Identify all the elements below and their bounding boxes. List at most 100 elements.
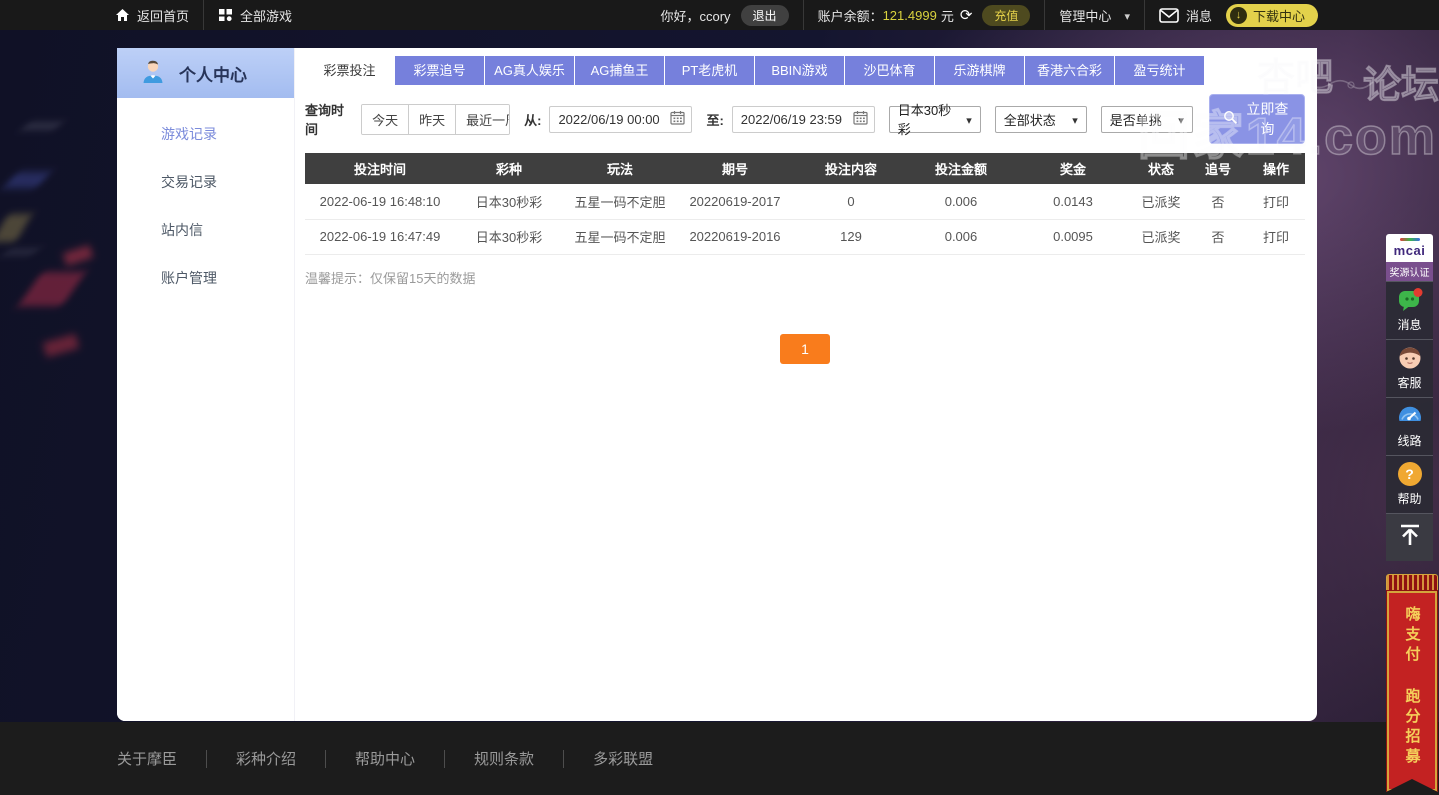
status-select-value: 全部状态 <box>1004 110 1056 129</box>
promo-banner[interactable]: 嗨支付 跑分招募 <box>1386 574 1438 792</box>
cell-amount: 0.006 <box>909 219 1013 254</box>
cell-issue: 20220619-2017 <box>677 184 793 219</box>
home-label: 返回首页 <box>137 6 189 25</box>
yesterday-button[interactable]: 昨天 <box>409 105 456 134</box>
tab-profit-stats[interactable]: 盈亏统计 <box>1115 56 1204 85</box>
float-message-button[interactable]: 消息 <box>1386 281 1433 339</box>
sidebar-header: 个人中心 <box>117 48 294 98</box>
calendar-icon[interactable] <box>853 110 868 128</box>
download-center-button[interactable]: 下载中心 <box>1226 4 1318 27</box>
divider <box>203 0 204 30</box>
tab-hk-lottery[interactable]: 香港六合彩 <box>1025 56 1114 85</box>
from-date-input[interactable] <box>558 112 670 127</box>
cell-content: 0 <box>793 184 909 219</box>
tab-leyou-chess[interactable]: 乐游棋牌 <box>935 56 1024 85</box>
tab-pt-slots[interactable]: PT老虎机 <box>665 56 754 85</box>
tab-lottery-chase[interactable]: 彩票追号 <box>395 56 484 85</box>
cell-status: 已派奖 <box>1133 219 1189 254</box>
table-row: 2022-06-19 16:47:49 日本30秒彩 五星一码不定胆 20220… <box>305 219 1305 254</box>
home-icon <box>115 8 130 22</box>
tab-bar: 彩票投注 彩票追号 AG真人娱乐 AG捕鱼王 PT老虎机 BBIN游戏 沙巴体育… <box>305 56 1305 85</box>
back-to-top-icon <box>1397 522 1423 553</box>
cell-status: 已派奖 <box>1133 184 1189 219</box>
divider <box>1144 0 1145 30</box>
chat-bubble-icon <box>1397 287 1423 313</box>
lottery-select[interactable]: 日本30秒彩 <box>889 106 981 133</box>
print-link[interactable]: 打印 <box>1247 184 1305 219</box>
sidebar-item-site-mail[interactable]: 站内信 <box>117 206 294 254</box>
col-lottery: 彩种 <box>455 153 563 184</box>
download-center-label: 下载中心 <box>1253 6 1305 25</box>
home-link[interactable]: 返回首页 <box>115 6 189 25</box>
logout-button[interactable]: 退出 <box>741 5 789 26</box>
to-date-input[interactable] <box>741 112 853 127</box>
today-button[interactable]: 今天 <box>362 105 409 134</box>
last-week-button[interactable]: 最近一周 <box>456 105 510 134</box>
col-amount: 投注金额 <box>909 153 1013 184</box>
col-action: 操作 <box>1247 153 1305 184</box>
float-lines-button[interactable]: 线路 <box>1386 397 1433 455</box>
footer-link-rules[interactable]: 规则条款 <box>474 748 534 769</box>
search-button-label: 立即查询 <box>1244 99 1291 139</box>
refresh-icon[interactable] <box>954 6 973 24</box>
recharge-button[interactable]: 充值 <box>982 5 1030 26</box>
single-pick-select[interactable]: 是否单挑 <box>1101 106 1193 133</box>
divider <box>803 0 804 30</box>
footer-link-help-center[interactable]: 帮助中心 <box>355 748 415 769</box>
tab-saba-sports[interactable]: 沙巴体育 <box>845 56 934 85</box>
sidebar-item-account-management[interactable]: 账户管理 <box>117 254 294 302</box>
search-button[interactable]: 立即查询 <box>1209 94 1305 144</box>
cell-chase: 否 <box>1189 219 1247 254</box>
download-icon <box>1230 7 1247 24</box>
page-1-button[interactable]: 1 <box>780 334 830 364</box>
col-bet-time: 投注时间 <box>305 153 455 184</box>
decoration <box>23 124 60 128</box>
calendar-icon[interactable] <box>670 110 685 128</box>
all-games-label: 全部游戏 <box>240 6 292 25</box>
banner-body: 嗨支付 跑分招募 <box>1386 590 1438 792</box>
messages-link[interactable]: 消息 <box>1159 6 1212 25</box>
float-help-button[interactable]: 帮助 <box>1386 455 1433 513</box>
back-to-top-button[interactable] <box>1386 513 1433 561</box>
balance-value: 121.4999 <box>883 8 937 23</box>
tab-ag-live[interactable]: AG真人娱乐 <box>485 56 574 85</box>
cell-bet-time: 2022-06-19 16:47:49 <box>305 219 455 254</box>
float-service-label: 客服 <box>1397 374 1421 391</box>
pagination: 1 <box>305 334 1305 364</box>
table-header-row: 投注时间 彩种 玩法 期号 投注内容 投注金额 奖金 状态 追号 操作 <box>305 153 1305 184</box>
float-service-button[interactable]: 客服 <box>1386 339 1433 397</box>
sidebar-item-game-records[interactable]: 游戏记录 <box>117 110 294 158</box>
logo-wave-icon <box>1400 238 1420 241</box>
cell-issue: 20220619-2016 <box>677 219 793 254</box>
cell-play: 五星一码不定胆 <box>563 184 677 219</box>
col-prize: 奖金 <box>1013 153 1133 184</box>
sidebar-item-transaction-records[interactable]: 交易记录 <box>117 158 294 206</box>
print-link[interactable]: 打印 <box>1247 219 1305 254</box>
footer-link-lottery-intro[interactable]: 彩种介绍 <box>236 748 296 769</box>
footer-link-alliance[interactable]: 多彩联盟 <box>593 748 653 769</box>
status-select[interactable]: 全部状态 <box>995 106 1087 133</box>
greeting-text: 你好，ccory <box>660 6 730 25</box>
cell-lottery: 日本30秒彩 <box>455 219 563 254</box>
envelope-icon <box>1159 8 1179 23</box>
decoration <box>43 334 80 358</box>
cell-prize: 0.0143 <box>1013 184 1133 219</box>
from-label: 从: <box>524 110 541 129</box>
tab-ag-fishing[interactable]: AG捕鱼王 <box>575 56 664 85</box>
float-message-label: 消息 <box>1397 316 1421 333</box>
all-games-link[interactable]: 全部游戏 <box>218 6 292 25</box>
tab-bbin-games[interactable]: BBIN游戏 <box>755 56 844 85</box>
divider <box>206 750 207 768</box>
balance-label: 账户余额： <box>818 6 883 25</box>
watermark-right: 论坛 <box>1363 54 1439 109</box>
cell-bet-time: 2022-06-19 16:48:10 <box>305 184 455 219</box>
cell-chase: 否 <box>1189 184 1247 219</box>
admin-center-menu[interactable]: 管理中心 <box>1059 6 1130 25</box>
col-content: 投注内容 <box>793 153 909 184</box>
tab-lottery-bet[interactable]: 彩票投注 <box>305 56 394 85</box>
float-help-label: 帮助 <box>1397 490 1421 507</box>
mcai-logo[interactable]: mcai <box>1386 234 1433 262</box>
single-pick-select-value: 是否单挑 <box>1110 110 1162 129</box>
footer-link-about[interactable]: 关于摩臣 <box>117 748 177 769</box>
tip-text: 温馨提示：仅保留15天的数据 <box>305 268 1305 287</box>
